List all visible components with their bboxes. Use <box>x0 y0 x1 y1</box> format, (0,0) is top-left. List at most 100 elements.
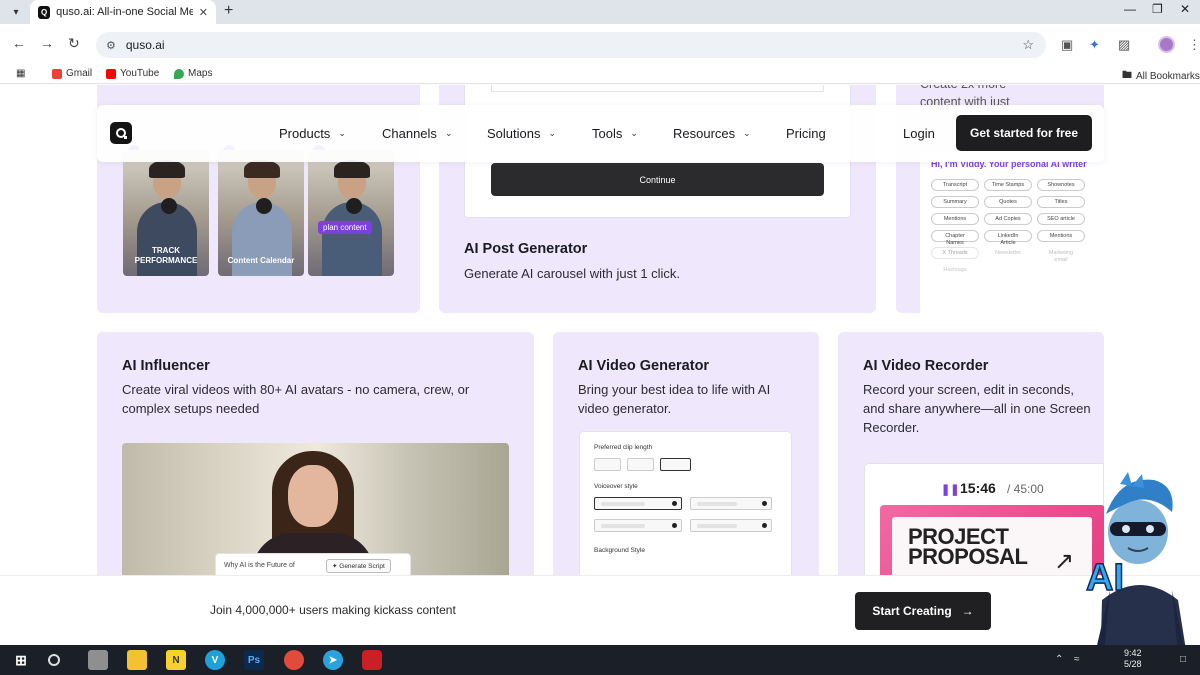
all-bookmarks[interactable]: 🖿 All Bookmarks <box>1122 68 1200 85</box>
back-icon[interactable]: ← <box>12 35 26 51</box>
restore-icon[interactable]: ❐ <box>1152 2 1163 16</box>
generate-script-button[interactable]: ✦ Generate Script <box>326 559 391 573</box>
bookmarks-bar: ▦ Gmail YouTube Maps 🖿 All Bookmarks <box>0 64 1200 84</box>
chip[interactable]: Newsletter <box>984 247 1032 259</box>
browser-tab[interactable]: Q quso.ai: All-in-one Social Media ✕ <box>30 0 216 24</box>
influencer-video-preview[interactable]: Why AI is the Future of ✦ Generate Scrip… <box>122 443 509 583</box>
windows-start-icon[interactable]: ⊞ <box>11 650 31 670</box>
bookmark-maps[interactable]: Maps <box>174 68 212 79</box>
nav-label: Resources <box>673 126 736 141</box>
quso-logo-icon[interactable] <box>110 122 132 144</box>
clock-date: 5/28 <box>1124 659 1142 669</box>
voiceover-option[interactable] <box>594 519 682 532</box>
photo-caption: Content Calendar <box>227 256 295 265</box>
chip[interactable]: Mentions <box>931 213 979 225</box>
chip[interactable]: Shownotes <box>1037 179 1085 191</box>
podcast-photo <box>308 150 394 276</box>
reload-icon[interactable]: ↻ <box>68 35 80 52</box>
app-paint-icon[interactable] <box>88 650 108 670</box>
chip[interactable]: Summary <box>931 196 979 208</box>
apps-icon[interactable]: ▦ <box>16 68 25 79</box>
site-info-icon[interactable]: ⚙ <box>106 39 116 52</box>
bookmark-gmail[interactable]: Gmail <box>52 68 92 79</box>
chip[interactable]: Time Stamps <box>984 179 1032 191</box>
clip-length-option-selected[interactable] <box>660 458 691 471</box>
address-bar[interactable]: ⚙ quso.ai ☆ <box>96 32 1046 58</box>
clip-length-option[interactable] <box>594 458 621 471</box>
nav-tools[interactable]: Tools ⌄ <box>592 126 638 141</box>
card-description: Record your screen, edit in seconds, and… <box>863 382 1091 435</box>
camera-icon[interactable]: ▣ <box>1061 37 1073 53</box>
start-creating-label: Start Creating <box>872 604 952 618</box>
forward-icon[interactable]: → <box>40 35 54 51</box>
voiceover-option-selected[interactable] <box>594 497 682 510</box>
clip-length-option[interactable] <box>627 458 654 471</box>
address-url[interactable]: quso.ai <box>126 38 165 52</box>
system-clock[interactable]: 9:42 5/28 <box>1124 648 1142 670</box>
search-icon[interactable] <box>48 654 60 666</box>
chip[interactable]: SEO article <box>1037 213 1085 225</box>
site-navbar: Products ⌄ Channels ⌄ Solutions ⌄ Tools ⌄ Re… <box>97 105 1104 162</box>
new-tab-icon[interactable]: + <box>224 2 233 20</box>
gemini-icon[interactable]: ✦ <box>1089 37 1100 53</box>
nav-resources[interactable]: Resources ⌄ <box>673 126 751 141</box>
minimize-icon[interactable]: — <box>1124 2 1136 16</box>
chip[interactable]: Ad Copies <box>984 213 1032 225</box>
nav-pricing[interactable]: Pricing <box>786 126 826 141</box>
tab-close-icon[interactable]: ✕ <box>199 6 208 19</box>
login-link[interactable]: Login <box>903 126 935 141</box>
file-explorer-icon[interactable] <box>127 650 147 670</box>
chip[interactable]: Quotes <box>984 196 1032 208</box>
page-content: ● ● ● TRACK PERFORMANCE Content Calendar… <box>0 85 1200 645</box>
card-title: AI Influencer <box>122 358 210 374</box>
chip[interactable]: Titles <box>1037 196 1085 208</box>
app-v-icon[interactable]: V <box>205 650 225 670</box>
chip[interactable]: Mentions <box>1037 230 1085 242</box>
pause-icon[interactable]: ❚❚ <box>941 483 959 496</box>
chip[interactable]: LinkedIn Article <box>984 230 1032 246</box>
chip[interactable]: Marketing email <box>1037 247 1085 263</box>
nav-label: Solutions <box>487 126 541 141</box>
chip[interactable]: Transcript <box>931 179 979 191</box>
script-question: Why AI is the Future of <box>224 562 295 569</box>
chevron-down-icon: ⌄ <box>630 128 638 138</box>
chip[interactable]: Chapter Names <box>931 230 979 246</box>
sticky-notes-icon[interactable]: N <box>166 650 186 670</box>
writer-chips: Transcript Time Stamps Shownotes Summary… <box>931 179 1101 276</box>
bookmark-label: Maps <box>188 68 213 79</box>
window-close-icon[interactable]: ✕ <box>1180 2 1190 16</box>
card-title: AI Video Generator <box>578 358 710 374</box>
continue-button[interactable]: Continue <box>491 163 824 196</box>
photoshop-icon[interactable]: Ps <box>244 650 264 670</box>
telegram-icon[interactable]: ➤ <box>323 650 343 670</box>
chip[interactable]: Hashtags <box>931 264 979 276</box>
get-started-button[interactable]: Get started for free <box>956 115 1092 151</box>
notifications-icon[interactable]: □ <box>1180 654 1186 665</box>
podcast-photo: TRACK PERFORMANCE <box>123 150 209 276</box>
bookmark-star-icon[interactable]: ☆ <box>1022 37 1034 53</box>
tray-chevron-icon[interactable]: ⌃ <box>1055 654 1063 665</box>
bookmark-label: YouTube <box>120 68 160 79</box>
chevron-down-icon: ⌄ <box>743 128 751 138</box>
voiceover-label: Voiceover style <box>594 483 638 490</box>
clip-length-label: Preferred clip length <box>594 444 653 451</box>
voiceover-option[interactable] <box>690 519 772 532</box>
wifi-icon[interactable]: ≈ <box>1074 654 1080 665</box>
sticky-signup-bar: Join 4,000,000+ users making kickass con… <box>0 575 1200 645</box>
bookmark-youtube[interactable]: YouTube <box>106 68 159 79</box>
chrome-icon[interactable] <box>284 650 304 670</box>
voiceover-option[interactable] <box>690 497 772 510</box>
profile-avatar[interactable] <box>1158 36 1175 53</box>
clock-time: 9:42 <box>1124 648 1142 658</box>
nav-solutions[interactable]: Solutions ⌄ <box>487 126 556 141</box>
tab-search-icon[interactable]: ▾ <box>6 3 26 21</box>
app-red-icon[interactable] <box>362 650 382 670</box>
menu-icon[interactable]: ⋮ <box>1188 37 1200 53</box>
start-creating-button[interactable]: Start Creating → <box>855 592 991 630</box>
nav-products[interactable]: Products ⌄ <box>279 126 346 141</box>
nav-channels[interactable]: Channels ⌄ <box>382 126 452 141</box>
extensions-icon[interactable]: ▨ <box>1118 37 1130 53</box>
proposal-line: PROPOSAL <box>908 544 1028 569</box>
join-text: Join 4,000,000+ users making kickass con… <box>210 603 456 617</box>
chip[interactable]: X Threads <box>931 247 979 259</box>
